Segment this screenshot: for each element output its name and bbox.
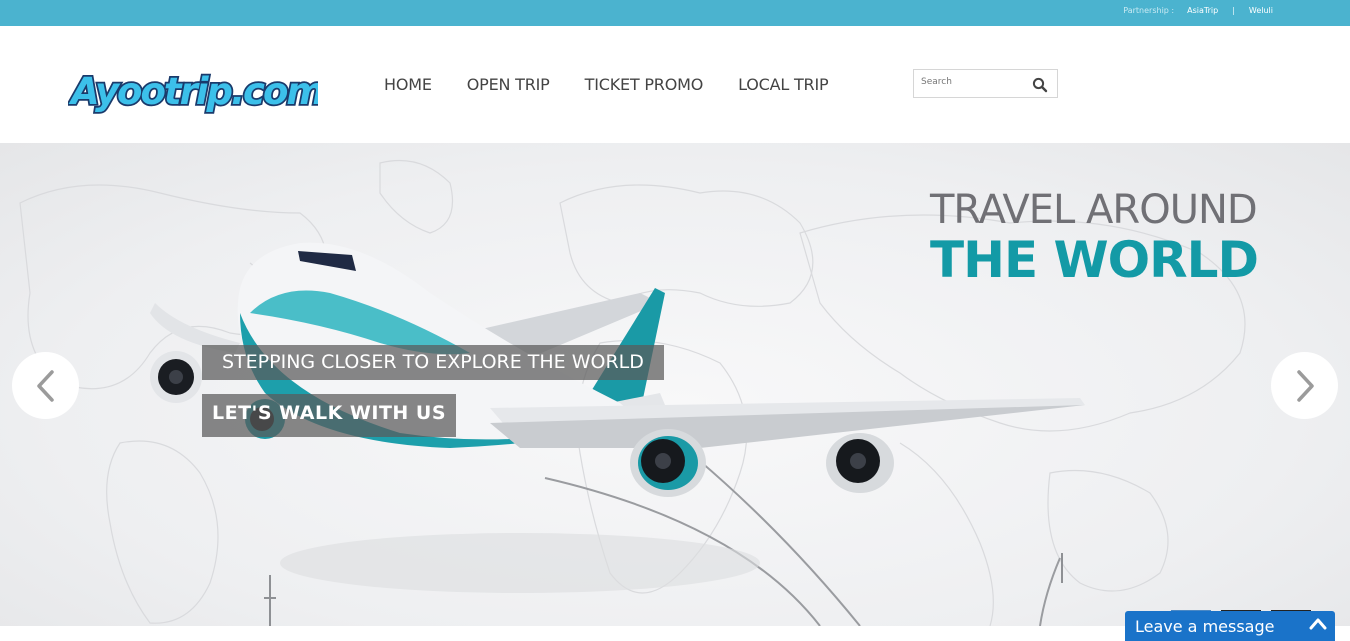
chevron-right-icon — [1296, 369, 1314, 402]
nav-item-open-trip[interactable]: OPEN TRIP — [467, 75, 550, 94]
nav-item-home[interactable]: HOME — [384, 75, 432, 94]
hero-slider: TRAVEL AROUND THE WORLD STEPPING CLOSER … — [0, 143, 1350, 626]
site-logo[interactable]: Ayootrip.com — [68, 64, 318, 116]
chevron-left-icon — [36, 369, 54, 402]
partnership-links: Partnership : AsiaTrip | Weluli — [1123, 6, 1273, 15]
partner-separator: | — [1232, 6, 1235, 15]
hero-headline-line1: TRAVEL AROUND — [930, 187, 1258, 233]
hero-caption-secondary: LET'S WALK WITH US — [202, 394, 457, 437]
leave-message-label: Leave a message — [1135, 617, 1275, 636]
top-bar: Partnership : AsiaTrip | Weluli — [0, 0, 1350, 26]
main-nav: HOME OPEN TRIP TICKET PROMO LOCAL TRIP — [384, 75, 863, 94]
partnership-label: Partnership : — [1123, 6, 1175, 15]
search-input[interactable] — [921, 77, 1026, 87]
search-box — [913, 69, 1058, 98]
nav-item-local-trip[interactable]: LOCAL TRIP — [738, 75, 829, 94]
partner-link-asiatrip[interactable]: AsiaTrip — [1187, 6, 1218, 15]
search-icon[interactable] — [1032, 77, 1048, 93]
site-header: Ayootrip.com HOME OPEN TRIP TICKET PROMO… — [0, 26, 1350, 143]
slider-next-button[interactable] — [1271, 352, 1338, 419]
slider-prev-button[interactable] — [12, 352, 79, 419]
leave-message-widget[interactable]: Leave a message — [1125, 611, 1335, 641]
logo-text: Ayootrip.com — [68, 70, 318, 113]
chevron-up-icon — [1309, 618, 1327, 630]
nav-item-ticket-promo[interactable]: TICKET PROMO — [585, 75, 704, 94]
hero-caption-primary: STEPPING CLOSER TO EXPLORE THE WORLD — [202, 345, 664, 380]
partner-link-weluli[interactable]: Weluli — [1249, 6, 1273, 15]
hero-headline-line2: THE WORLD — [930, 231, 1259, 289]
